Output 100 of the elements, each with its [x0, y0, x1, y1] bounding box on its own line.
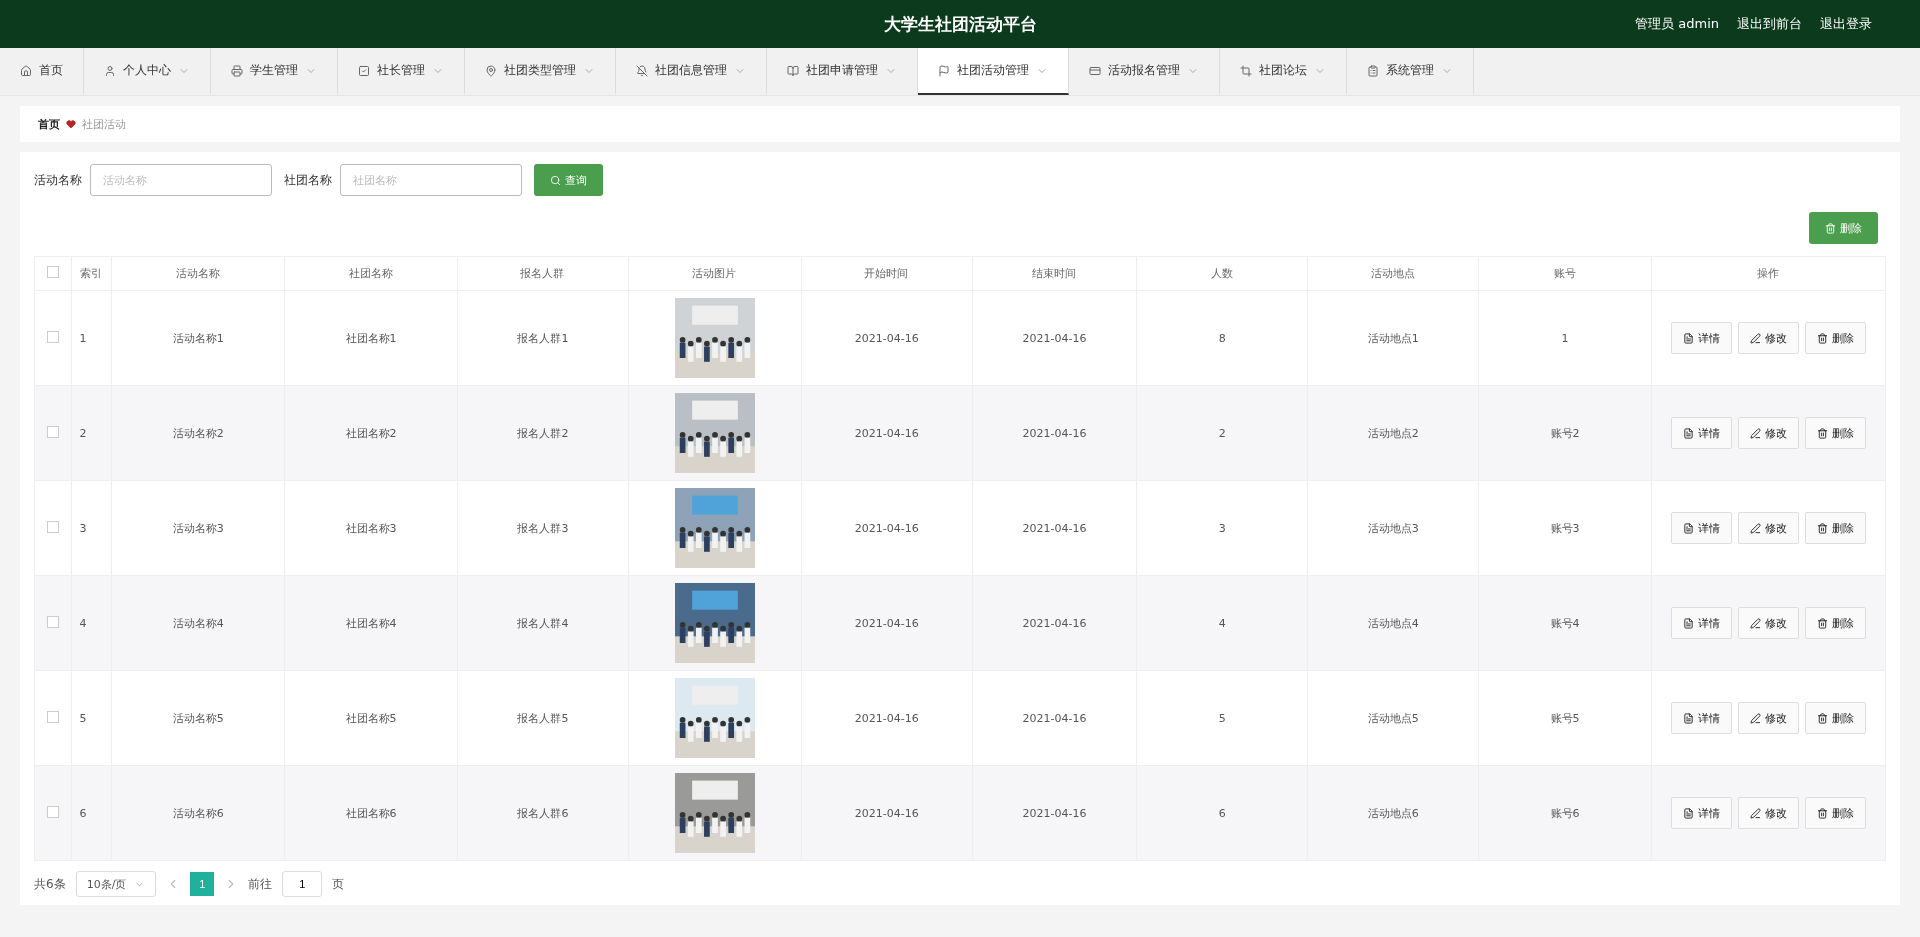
detail-button[interactable]: 详情: [1671, 797, 1732, 829]
search-field[interactable]: 活动名称: [90, 164, 272, 196]
table-cell: 社团名称2: [345, 426, 397, 440]
edit-button[interactable]: 修改: [1738, 512, 1799, 544]
nav-tab[interactable]: 个人中心: [84, 48, 211, 95]
nav-tab[interactable]: 社团活动管理: [918, 48, 1069, 95]
delete-button[interactable]: 删除: [1805, 607, 1866, 639]
detail-button[interactable]: 详情: [1671, 512, 1732, 544]
table-cell: 2021-04-16: [1022, 616, 1087, 630]
table-cell: 活动地点4: [1367, 616, 1419, 630]
edit-button[interactable]: 修改: [1738, 702, 1799, 734]
nav-tab[interactable]: 社团类型管理: [465, 48, 616, 95]
breadcrumb-item: 社团活动: [82, 116, 126, 132]
column-header: 报名人群: [520, 267, 565, 280]
nav-tab[interactable]: 社长管理: [338, 48, 465, 95]
column-header: 操作: [1757, 267, 1779, 280]
header-link[interactable]: 退出到前台: [1737, 15, 1802, 33]
edit-button[interactable]: 修改: [1738, 607, 1799, 639]
table-cell: 2021-04-16: [854, 806, 919, 820]
nav-tab[interactable]: 社团信息管理: [616, 48, 767, 95]
column-header: 索引: [79, 267, 102, 280]
column-header: 活动地点: [1370, 267, 1415, 280]
table-cell: 报名人群1: [517, 331, 569, 345]
goto-label: 前往: [248, 875, 273, 893]
heart-icon: [66, 119, 76, 129]
detail-button[interactable]: 详情: [1671, 322, 1732, 354]
checkbox[interactable]: [46, 330, 59, 343]
page-suffix: 页: [332, 875, 345, 893]
table-cell: 活动地点6: [1367, 806, 1419, 820]
checkbox[interactable]: [46, 805, 59, 818]
checkbox[interactable]: [46, 615, 59, 628]
nav-tab[interactable]: 学生管理: [211, 48, 338, 95]
table-cell: 社团名称6: [345, 806, 397, 820]
document-icon: [1683, 332, 1694, 344]
field-label: 活动名称: [34, 171, 82, 189]
detail-button[interactable]: 详情: [1671, 607, 1732, 639]
column-header: 活动名称: [175, 267, 220, 280]
delete-button[interactable]: 删除: [1805, 512, 1866, 544]
nav-tab[interactable]: 首页: [0, 48, 84, 95]
table-cell: 账号3: [1550, 521, 1580, 535]
detail-button[interactable]: 详情: [1671, 702, 1732, 734]
header-link[interactable]: 管理员 admin: [1635, 15, 1719, 33]
table-cell: 2021-04-16: [854, 616, 919, 630]
nav-tab[interactable]: 社团论坛: [1220, 48, 1347, 95]
table-cell: 活动地点5: [1367, 711, 1419, 725]
delete-button[interactable]: 删除: [1805, 797, 1866, 829]
nav-icon: [358, 64, 370, 77]
table-cell: 3: [1218, 521, 1226, 535]
column-header: 账号: [1553, 267, 1576, 280]
table-cell: 1: [1561, 331, 1569, 345]
breadcrumb-item[interactable]: 首页: [38, 116, 60, 132]
table-cell: 报名人群2: [517, 426, 569, 440]
checkbox[interactable]: [46, 520, 59, 533]
table-cell: 5: [79, 711, 87, 725]
table-cell: 2021-04-16: [1022, 426, 1087, 440]
table-cell: 3: [79, 521, 87, 535]
table-cell: 2021-04-16: [1022, 711, 1087, 725]
checkbox[interactable]: [46, 266, 59, 278]
detail-button[interactable]: 详情: [1671, 417, 1732, 449]
search-field[interactable]: 社团名称: [340, 164, 522, 196]
edit-button[interactable]: 修改: [1738, 417, 1799, 449]
document-icon: [1683, 712, 1694, 724]
search-icon: [550, 174, 561, 186]
header-link[interactable]: 退出登录: [1820, 15, 1872, 33]
total-count: 共6条: [34, 875, 66, 893]
page-size-select[interactable]: 10条/页: [75, 871, 157, 897]
column-header: 开始时间: [864, 267, 909, 280]
nav-icon: [938, 64, 950, 77]
nav-icon: [636, 64, 648, 77]
trash-icon: [1817, 617, 1828, 629]
nav-icon: [231, 64, 243, 77]
page-input[interactable]: 1: [282, 871, 323, 897]
nav-tab[interactable]: 活动报名管理: [1069, 48, 1220, 95]
pencil-icon: [1750, 617, 1761, 629]
nav-tab[interactable]: 系统管理: [1347, 48, 1474, 95]
table-cell: 5: [1218, 711, 1226, 725]
trash-icon: [1817, 522, 1828, 534]
column-header: 活动图片: [692, 267, 737, 280]
table-cell: 6: [1218, 806, 1226, 820]
checkbox[interactable]: [46, 425, 59, 438]
table-cell: 2021-04-16: [1022, 331, 1087, 345]
nav-icon: [104, 64, 116, 77]
edit-button[interactable]: 修改: [1738, 797, 1799, 829]
document-icon: [1683, 522, 1694, 534]
delete-button[interactable]: 删除: [1805, 322, 1866, 354]
table-cell: 活动名称4: [172, 616, 224, 630]
table-cell: 2021-04-16: [854, 521, 919, 535]
table-cell: 活动名称5: [172, 711, 224, 725]
pencil-icon: [1750, 332, 1761, 344]
checkbox[interactable]: [46, 710, 59, 723]
document-icon: [1683, 427, 1694, 439]
delete-button[interactable]: 删除: [1805, 417, 1866, 449]
table-cell: 社团名称5: [345, 711, 397, 725]
table-cell: 报名人群5: [517, 711, 569, 725]
trash-icon: [1825, 222, 1836, 234]
edit-button[interactable]: 修改: [1738, 322, 1799, 354]
nav-icon: [787, 64, 799, 77]
table-cell: 4: [1218, 616, 1226, 630]
table-cell: 活动名称3: [172, 521, 224, 535]
delete-button[interactable]: 删除: [1805, 702, 1866, 734]
